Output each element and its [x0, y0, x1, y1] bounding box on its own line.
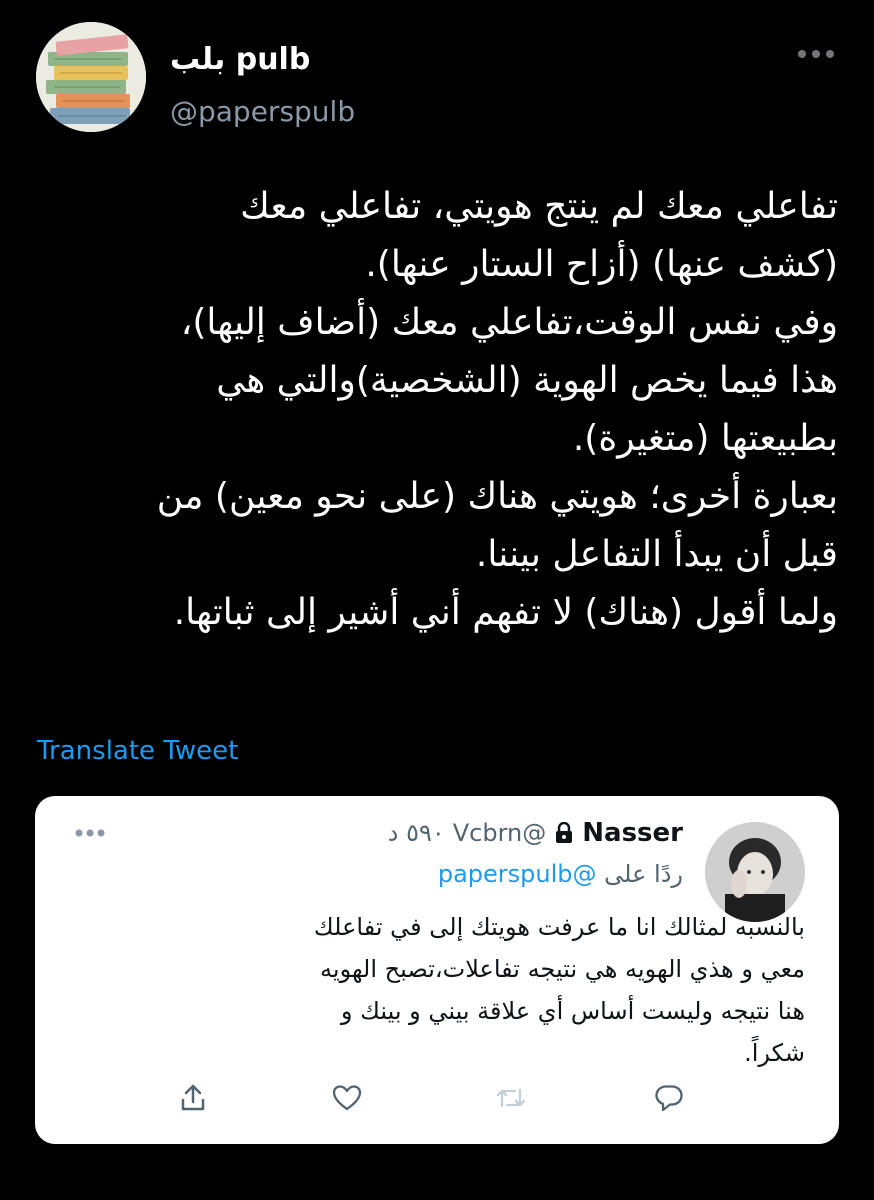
tweet-text-line: بعبارة أخرى؛ هويتي هناك (على نحو معين) م…: [156, 476, 838, 517]
quoted-tweet-text: بالنسبه لمثالك انا ما عرفت هويتك إلى في …: [105, 906, 805, 1074]
lock-icon: [556, 822, 573, 843]
tweet-text-line: (كشف عنها) (أزاح الستار عنها).: [365, 244, 838, 285]
tweet-text-line: بطبيعتها (متغيرة).: [572, 418, 838, 459]
quoted-text-line: بالنسبه لمثالك انا ما عرفت هويتك إلى في …: [313, 913, 805, 941]
books-stack-image: [36, 22, 146, 132]
replying-to: ردًا على @paperspulb: [438, 860, 683, 888]
user-handle[interactable]: @paperspulb: [170, 95, 355, 128]
tweet-text-line: تفاعلي معك لم ينتج هويتي، تفاعلي معك: [240, 186, 838, 227]
display-name[interactable]: بلب pulb: [170, 42, 310, 77]
share-icon[interactable]: [177, 1082, 209, 1114]
tweet-text-line: وفي نفس الوقت،تفاعلي معك (أضاف إليها)،: [180, 302, 838, 343]
tweet-text-line: هذا فيما يخص الهوية (الشخصية)والتي هي: [216, 360, 838, 401]
quoted-more-options-icon[interactable]: [75, 828, 105, 838]
more-options-icon[interactable]: [796, 46, 836, 62]
like-icon[interactable]: [331, 1082, 363, 1114]
quoted-text-line: شكراً.: [744, 1039, 805, 1067]
replying-to-mention[interactable]: @paperspulb: [438, 860, 597, 888]
translate-tweet-link[interactable]: Translate Tweet: [37, 736, 238, 766]
tweet-text: تفاعلي معك لم ينتج هويتي، تفاعلي معك (كش…: [36, 178, 838, 642]
quoted-tweet-actions: [35, 1082, 839, 1116]
reply-icon[interactable]: [653, 1082, 685, 1114]
quoted-tweet-time: ٥٩٠ د: [387, 819, 445, 847]
quoted-user-name[interactable]: Nasser: [582, 818, 683, 848]
tweet-text-line: قبل أن يبدأ التفاعل بيننا.: [475, 534, 838, 575]
quoted-text-line: هنا نتيجه وليست أساس أي علاقة بيني و بين…: [340, 997, 805, 1025]
tweet-header: بلب pulb @paperspulb: [36, 22, 846, 132]
quoted-user-handle[interactable]: @Vcbrn: [453, 819, 547, 847]
replying-to-label: ردًا على: [604, 860, 683, 888]
retweet-icon[interactable]: [495, 1082, 527, 1114]
quoted-text-line: معي و هذي الهويه هي نتيجه تفاعلات،تصبح ا…: [320, 955, 805, 983]
quoted-tweet-header: Nasser @Vcbrn ٥٩٠ د: [388, 818, 683, 848]
tweet-text-line: ولما أقول (هناك) لا تفهم أني أشير إلى ثب…: [173, 592, 838, 633]
quoted-tweet-card[interactable]: Nasser @Vcbrn ٥٩٠ د ردًا على @paperspulb…: [35, 796, 839, 1144]
profile-avatar[interactable]: [36, 22, 146, 132]
